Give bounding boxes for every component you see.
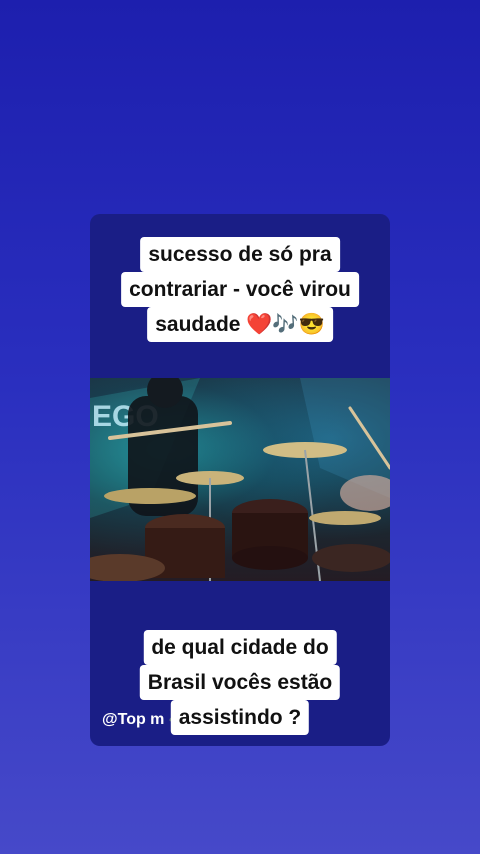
caption-top-line-2: contrariar - você virou (121, 272, 359, 307)
caption-bottom-line-1: de qual cidade do (143, 630, 337, 665)
caption-bottom: de qual cidade do Brasil vocês estão ass… (139, 630, 341, 735)
drum-kit-video: EGO (90, 378, 390, 581)
story-card: sucesso de só pra contrariar - você viro… (90, 214, 390, 746)
video-frame[interactable]: EGO (90, 378, 390, 581)
caption-top-line-1: sucesso de só pra (140, 237, 340, 272)
caption-bottom-line-2: Brasil vocês estão (139, 665, 341, 700)
caption-bottom-line-3: assistindo ? (170, 700, 310, 735)
caption-top: sucesso de só pra contrariar - você viro… (121, 237, 359, 342)
caption-top-line-3: saudade ❤️🎶😎 (147, 307, 333, 342)
